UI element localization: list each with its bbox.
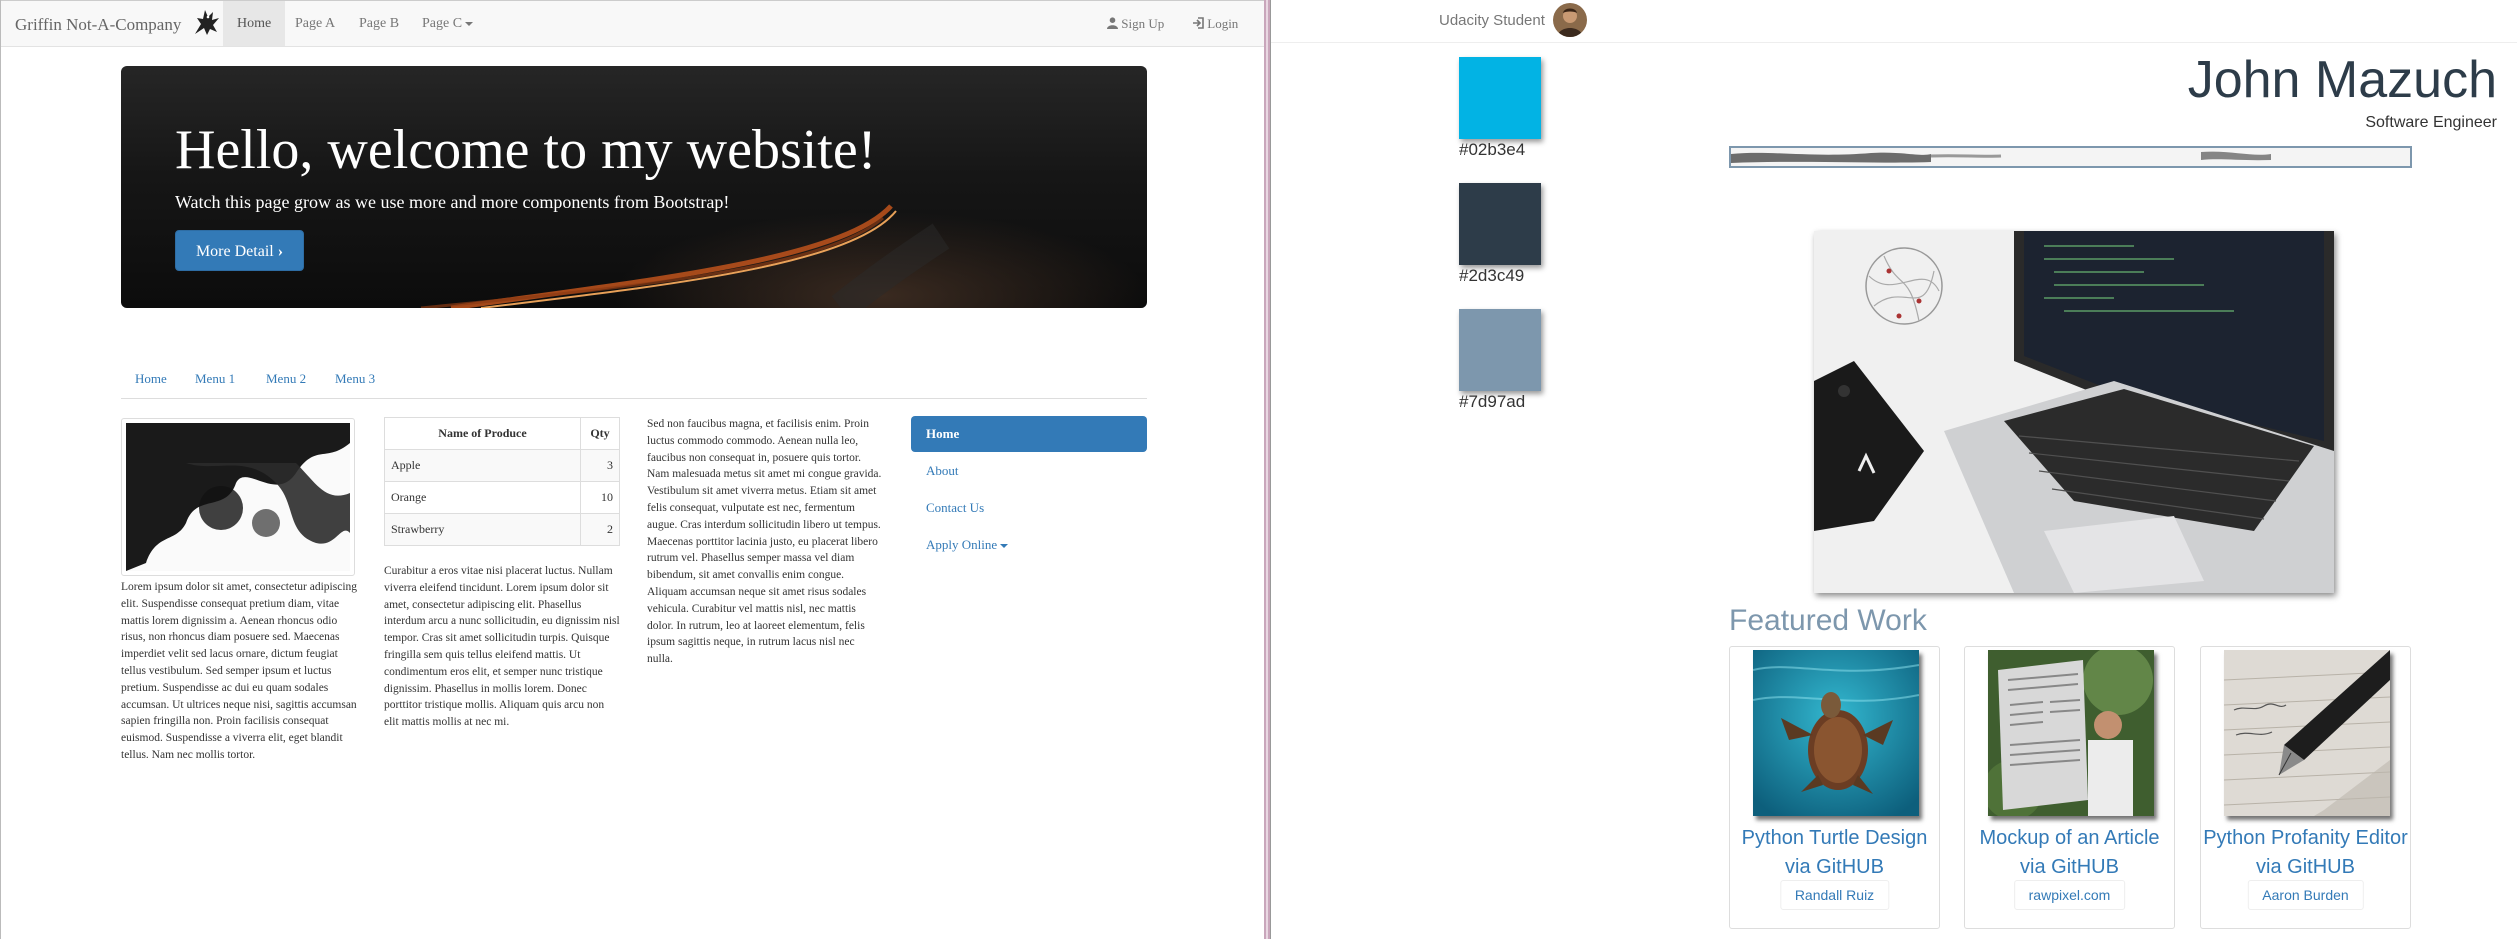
swatch-primary-label: #02b3e4: [1459, 140, 1526, 159]
table-row: Apple 3: [384, 449, 620, 482]
card-credit-button[interactable]: Randall Ruiz: [1779, 880, 1890, 910]
newspaper-reader-image: [1988, 650, 2154, 816]
card-title[interactable]: Python Profanity Editor via GitHUB: [2201, 824, 2410, 882]
table-header-qty: Qty: [580, 417, 620, 450]
login-label: Login: [1207, 16, 1239, 31]
produce-table: Name of Produce Qty Apple 3 Orange 10 St…: [384, 417, 620, 546]
tab-menu-3[interactable]: Menu 3: [335, 371, 375, 387]
job-title: Software Engineer: [2365, 114, 2497, 131]
left-browser-pane: Griffin Not-A-Company Home Page A Page B…: [0, 0, 1265, 939]
table-row: Orange 10: [384, 481, 620, 514]
column-1-text: Lorem ipsum dolor sit amet, consectetur …: [121, 581, 358, 761]
card-credit-button[interactable]: rawpixel.com: [2013, 880, 2126, 910]
tab-menu-2[interactable]: Menu 2: [266, 371, 306, 387]
more-detail-button[interactable]: More Detail ›: [175, 230, 304, 271]
table-cell: Apple: [384, 449, 581, 482]
nav-page-a[interactable]: Page A: [281, 1, 349, 46]
project-card[interactable]: Python Turtle Design via GitHUB Randall …: [1729, 646, 1940, 929]
jumbotron: Hello, welcome to my website! Watch this…: [121, 66, 1147, 308]
page-title: John Mazuch: [2187, 51, 2497, 109]
column-2-text: Curabitur a eros vitae nisi placerat luc…: [384, 565, 620, 729]
table-cell: Strawberry: [384, 513, 581, 546]
vnav-contact[interactable]: Contact Us: [911, 490, 1147, 526]
avatar[interactable]: [1553, 3, 1587, 37]
nav-home[interactable]: Home: [223, 1, 286, 46]
chevron-down-icon: [465, 21, 474, 26]
nav-page-b[interactable]: Page B: [345, 1, 413, 46]
sea-turtle-image: [1753, 650, 1919, 816]
card-title[interactable]: Mockup of an Article via GitHUB: [1965, 824, 2174, 882]
signup-label: Sign Up: [1121, 16, 1165, 31]
brand-name[interactable]: Griffin Not-A-Company: [15, 15, 181, 35]
nav-page-c[interactable]: Page C: [408, 1, 487, 46]
swatch-primary: [1459, 57, 1541, 139]
featured-work-heading: Featured Work: [1729, 604, 1927, 637]
login-icon: [1193, 17, 1204, 29]
hero-title: Hello, welcome to my website!: [175, 119, 877, 181]
swatch-secondary-label: #2d3c49: [1459, 266, 1525, 285]
chevron-down-icon: [1000, 544, 1009, 549]
laptop-desk-image: [1814, 231, 2334, 593]
vertical-nav: Home About Contact Us Apply Online: [911, 416, 1147, 564]
more-detail-label: More Detail: [195, 243, 274, 260]
column-3-text: Sed non faucibus magna, et facilisis eni…: [647, 418, 882, 666]
griffin-logo-icon[interactable]: [189, 4, 225, 40]
swatch-secondary: [1459, 183, 1541, 265]
login-link[interactable]: Login: [1192, 1, 1238, 46]
table-cell: 2: [580, 513, 620, 546]
table-header-name: Name of Produce: [384, 417, 581, 450]
fountain-pen-image: [2224, 650, 2390, 816]
table-cell: 3: [580, 449, 620, 482]
user-icon: [1107, 17, 1118, 29]
vnav-apply-label: Apply Online: [926, 537, 998, 552]
card-credit-button[interactable]: Aaron Burden: [2247, 880, 2364, 910]
top-navbar: Griffin Not-A-Company Home Page A Page B…: [1, 0, 1265, 47]
table-cell: 10: [580, 481, 620, 514]
right-browser-pane: Udacity Student #02b3e4 #2d3c49 #7d97ad …: [1270, 0, 2517, 939]
student-name[interactable]: Udacity Student: [1439, 12, 1545, 29]
swatch-tertiary: [1459, 309, 1541, 391]
vnav-home[interactable]: Home: [911, 416, 1147, 452]
ink-smoke-thumbnail: [121, 418, 355, 576]
project-card[interactable]: Mockup of an Article via GitHUB rawpixel…: [1964, 646, 2175, 929]
tab-home[interactable]: Home: [135, 371, 167, 387]
table-row: Strawberry 2: [384, 513, 620, 546]
project-card[interactable]: Python Profanity Editor via GitHUB Aaron…: [2200, 646, 2411, 929]
vnav-about[interactable]: About: [911, 453, 1147, 489]
card-title[interactable]: Python Turtle Design via GitHUB: [1730, 824, 1939, 882]
tab-menu-1[interactable]: Menu 1: [195, 371, 235, 387]
nav-page-c-label: Page C: [422, 16, 463, 31]
portfolio-topbar: Udacity Student: [1271, 0, 2517, 43]
hero-subtitle: Watch this page grow as we use more and …: [175, 192, 730, 212]
vnav-apply-online[interactable]: Apply Online: [911, 527, 1147, 563]
chevron-right-icon: ›: [277, 243, 284, 260]
signup-link[interactable]: Sign Up: [1107, 1, 1164, 46]
swatch-tertiary-label: #7d97ad: [1459, 392, 1526, 411]
sub-menu-tabs: Home Menu 1 Menu 2 Menu 3: [121, 363, 1147, 399]
header-banner-strip: [1729, 146, 2412, 168]
table-cell: Orange: [384, 481, 581, 514]
